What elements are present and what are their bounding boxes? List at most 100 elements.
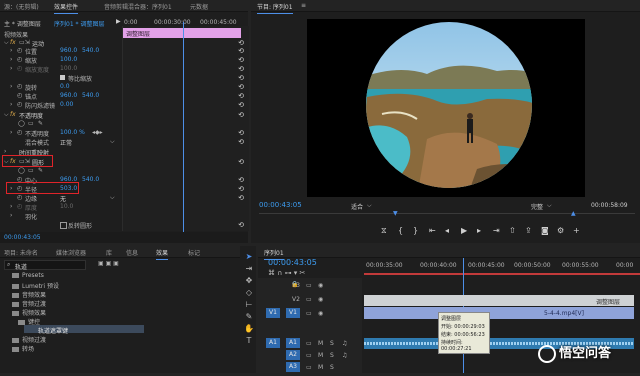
search-input[interactable]: 轨道 <box>15 262 27 271</box>
circle-mask-tools-row[interactable]: ◯ ▭ ✎ <box>0 166 248 175</box>
step-forward-icon[interactable]: ▸ <box>477 226 481 235</box>
fit-select[interactable]: 适合 <box>351 202 363 211</box>
uniform-scale-checkbox[interactable] <box>60 75 65 80</box>
work-area-bar[interactable] <box>364 273 640 275</box>
effect-controls-panel: 源：(无剪辑) 效果控件 音频剪辑混合器：序列01 元数据 主 * 调整图层 序… <box>0 0 249 243</box>
video-frame <box>307 19 585 197</box>
blend-mode-row[interactable]: 混合模式 正常 ⌵ ⟲ <box>0 137 248 147</box>
play-icon[interactable]: ▶ <box>116 18 121 25</box>
program-timecode[interactable]: 00:00:43:05 <box>259 201 302 209</box>
extract-icon[interactable]: ⇪ <box>525 226 532 235</box>
camera-icon[interactable]: ◙ <box>541 226 549 235</box>
clip-video-v1[interactable]: 5-4-4.mp4[V] <box>364 307 634 319</box>
invert-checkbox[interactable] <box>60 222 67 229</box>
go-to-out-icon[interactable]: ⇥ <box>493 226 500 235</box>
antiflicker-row[interactable]: › ◴ 防闪烁滤镜 0.00 ⟲ <box>0 100 248 110</box>
adjustment-clip-bar[interactable]: 调整图层 <box>123 28 241 38</box>
clip-adjustment-layer[interactable]: 调整图层 <box>364 295 634 306</box>
slip-icon[interactable]: ⊢ <box>244 300 254 309</box>
source-v1-button[interactable]: V1 <box>266 308 280 318</box>
effects-search[interactable]: ⌕ 轨道 <box>4 260 86 271</box>
rotation-row[interactable]: › ◴ 旋转 0.0 ⟲ <box>0 82 248 92</box>
selection-tool-icon[interactable]: ➤ <box>244 252 254 261</box>
lift-icon[interactable]: ⇧ <box>509 226 516 235</box>
folder-lumetri[interactable]: Lumetri 预设 <box>12 281 59 290</box>
ripple-edit-icon[interactable]: ✥ <box>244 276 254 285</box>
menu-icon[interactable]: ≡ <box>301 2 306 9</box>
anchor-row[interactable]: ◴ 锚点 960.0 540.0 ⟲ <box>0 91 248 101</box>
razor-icon[interactable]: ◇ <box>244 288 254 297</box>
timeline-ruler[interactable]: 00:00:35:00 00:00:40:00 00:00:45:00 00:0… <box>364 258 640 276</box>
tab-metadata[interactable]: 元数据 <box>190 2 208 11</box>
playhead-marker[interactable]: ▲ <box>571 210 576 217</box>
stopwatch-icon[interactable]: ◴ <box>17 47 22 54</box>
clip-tooltip: 调整图层 开始: 00:00:29:03 结束: 00:00:56:23 持续时… <box>438 312 490 354</box>
program-monitor: 节目: 序列01 ≡ 00:00:43:05 适合 ⌵ 完整 ⌵ 00:00:5… <box>251 0 640 243</box>
folder-video-transitions[interactable]: 视频过渡 <box>12 335 46 344</box>
go-to-in-icon[interactable]: ⇤ <box>429 226 436 235</box>
mark-out-icon[interactable]: } <box>413 226 418 235</box>
quality-select[interactable]: 完整 <box>531 202 543 211</box>
circle-masked-image <box>366 22 532 188</box>
uniform-scale-row[interactable]: 等比缩放 ⟲ <box>0 73 248 83</box>
folder-transitions[interactable]: 转场 <box>12 344 34 353</box>
play-button[interactable]: ▶ <box>461 226 467 235</box>
program-monitor-title[interactable]: 节目: 序列01 <box>257 2 293 14</box>
mask-tools-row[interactable]: ◯ ▭ ✎ <box>0 119 248 128</box>
ec-footer: 00:00:43:05 <box>0 232 248 243</box>
tab-audio-mixer[interactable]: 音频剪辑混合器：序列01 <box>104 2 172 11</box>
ruler-start: 0:00 <box>124 19 138 26</box>
program-scrubber[interactable] <box>259 213 635 218</box>
folder-audio-effects[interactable]: 音频效果 <box>12 290 46 299</box>
timeline-tools[interactable]: ⌘ ∩ ⊶ ▾ ✂ <box>268 269 305 277</box>
keyframe-nav-icon[interactable]: ◂◆▸ <box>92 129 103 136</box>
pen-mask-icon[interactable]: ✎ <box>38 120 43 127</box>
timeline-timecode[interactable]: 00:00:43:05 <box>268 258 317 267</box>
search-icon: ⌕ <box>7 261 11 268</box>
rect-mask-icon[interactable]: ▭ <box>28 120 34 127</box>
tab-media-browser[interactable]: 媒体浏览器 <box>56 248 86 257</box>
settings-icon[interactable]: ⚙ <box>557 226 564 235</box>
step-back-icon[interactable]: ◂ <box>445 226 449 235</box>
sequence-label[interactable]: 序列01 * 调整图层 <box>54 19 104 28</box>
type-icon[interactable]: T <box>244 336 254 345</box>
in-point-marker[interactable]: ▼ <box>393 210 398 217</box>
folder-presets[interactable]: Presets <box>12 272 44 279</box>
ruler-end: 00:00:45:00 <box>200 19 237 26</box>
add-button[interactable]: + <box>573 226 580 235</box>
watermark: 悟空问答 <box>538 342 611 363</box>
transport-controls: ⧖ { } ⇤ ◂ ▶ ▸ ⇥ ⇧ ⇪ ◙ ⚙ + <box>381 226 581 238</box>
scale-row[interactable]: › ◴ 缩放 100.0 ⟲ <box>0 55 248 65</box>
track-select-icon[interactable]: ⇥ <box>244 264 254 273</box>
watermark-logo-icon <box>538 344 556 363</box>
pen-icon[interactable]: ✎ <box>244 312 254 321</box>
ellipse-mask-icon[interactable]: ◯ <box>18 120 25 127</box>
invert-row[interactable]: 反转圆形 ⟲ <box>0 220 248 230</box>
tools-panel: ➤ ⇥ ✥ ◇ ⊢ ✎ ✋ T <box>240 246 256 373</box>
tab-effect-controls[interactable]: 效果控件 <box>54 2 79 14</box>
position-row[interactable]: › ◴ 位置 960.0 540.0 ⟲ <box>0 46 248 56</box>
thickness-row: › ◴ 厚度 10.0 <box>10 203 74 212</box>
folder-audio-transitions[interactable]: 音频过渡 <box>12 299 46 308</box>
opacity-row[interactable]: › ◴ 不透明度 100.0 % ◂◆▸ ⟲ <box>0 128 248 138</box>
mark-in-icon[interactable]: { <box>398 226 403 235</box>
effects-panel: 项目: 未命名 媒体浏览器 库 信息 效果 标记 ⌕ 轨道 ▣ ▣ ▣ Pres… <box>0 246 240 373</box>
tab-project[interactable]: 项目: 未命名 <box>4 248 38 257</box>
tab-effects[interactable]: 效果 <box>156 248 169 260</box>
tab-library[interactable]: 库 <box>106 248 112 257</box>
tab-info[interactable]: 信息 <box>126 248 138 257</box>
end-timecode: 00:00:58:09 <box>591 202 628 209</box>
add-marker-icon[interactable]: ⧖ <box>381 226 387 236</box>
tab-source[interactable]: 源：(无剪辑) <box>4 2 39 11</box>
ruler-mid: 00:00:30:00 <box>154 19 191 26</box>
filter-icons[interactable]: ▣ ▣ ▣ <box>98 260 119 267</box>
tab-markers[interactable]: 标记 <box>188 248 200 257</box>
feather-row[interactable]: › 羽化 <box>0 211 248 221</box>
tab-sequence[interactable]: 序列01 <box>264 248 284 260</box>
opacity-section-row[interactable]: ⌵ fx 不透明度 ⟲ <box>0 110 248 120</box>
hand-icon[interactable]: ✋ <box>244 324 254 333</box>
edge-row[interactable]: ◴ 边缘 无 ⌵ ⟲ <box>0 193 248 203</box>
blend-mode-select[interactable]: 正常 <box>60 138 72 147</box>
folder-video-effects[interactable]: 视频效果 <box>12 308 46 317</box>
track-matte-key-item[interactable]: 轨道遮罩键 <box>24 325 144 335</box>
